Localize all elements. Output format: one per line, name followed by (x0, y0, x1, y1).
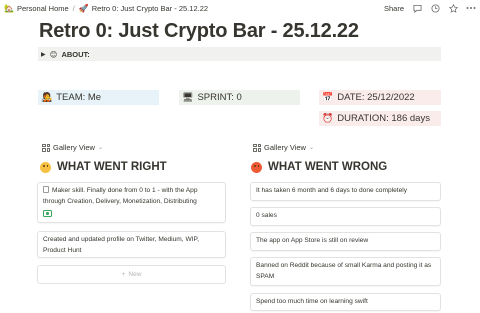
gallery-view-label: Gallery View (264, 143, 306, 152)
top-bar: 🏡 Personal Home / 🚀 Retro 0: Just Crypto… (0, 0, 480, 16)
breadcrumb-label: Personal Home (16, 3, 69, 13)
new-card-button[interactable]: + New (37, 265, 226, 284)
smile-icon: 😊 (49, 49, 58, 59)
house-icon: 🏡 (4, 3, 14, 13)
happy-face-icon (40, 161, 51, 173)
chevron-down-icon: ⌄ (97, 145, 103, 151)
chevron-down-icon: ⌄ (308, 145, 314, 151)
page-icon (43, 186, 49, 193)
person-icon: 🧑‍🎤 (41, 92, 53, 102)
gallery-view-label: Gallery View (53, 143, 95, 152)
gallery-grid-icon (42, 143, 50, 152)
card-text: Spend too much time on learning swift (256, 298, 368, 305)
alarm-clock-icon: ⏰ (322, 113, 334, 123)
triangle-right-icon[interactable]: ▶ (41, 51, 46, 58)
gallery-card[interactable]: Created and updated profile on Twitter, … (37, 231, 226, 258)
more-icon[interactable] (466, 3, 476, 13)
date-callout[interactable]: 📅 DATE: 25/12/2022 (319, 90, 441, 105)
card-text: Created and updated profile on Twitter, … (43, 236, 199, 254)
page-title[interactable]: Retro 0: Just Crypto Bar - 25.12.22 (39, 20, 359, 43)
gallery-grid-icon (253, 143, 261, 152)
about-label: ABOUT: (61, 49, 90, 59)
went-right-heading: WHAT WENT RIGHT (40, 161, 167, 173)
gallery-card[interactable]: 0 sales (250, 207, 441, 226)
card-text: Banned on Reddit because of small Karma … (256, 262, 432, 280)
breadcrumb-personal-home[interactable]: 🏡 Personal Home (4, 4, 69, 13)
went-wrong-heading: WHAT WENT WRONG (251, 161, 387, 173)
went-wrong-title: WHAT WENT WRONG (268, 161, 388, 173)
angry-face-icon (251, 161, 262, 173)
plus-icon: + (121, 271, 126, 278)
date-label: DATE: 25/12/2022 (337, 92, 415, 103)
star-icon[interactable] (448, 3, 458, 13)
breadcrumb-separator: / (72, 3, 75, 13)
duration-callout[interactable]: ⏰ DURATION: 186 days (319, 111, 441, 126)
gallery-card[interactable]: Spend too much time on learning swift (250, 293, 441, 311)
clock-icon[interactable] (430, 3, 440, 13)
gallery-card[interactable]: The app on App Store is still on review (250, 232, 441, 251)
team-label: TEAM: Me (56, 92, 102, 103)
image-attachment-icon (43, 210, 52, 217)
breadcrumb-current-page[interactable]: 🚀 Retro 0: Just Crypto Bar - 25.12.22 (79, 4, 208, 13)
share-button[interactable]: Share (384, 4, 404, 13)
about-toggle[interactable]: ▶ 😊 ABOUT: (38, 47, 441, 61)
calendar-icon: 📅 (322, 92, 334, 102)
gallery-view-selector-right[interactable]: Gallery View ⌄ (253, 143, 314, 152)
gallery-card[interactable]: It has taken 6 month and 6 days to done … (250, 182, 441, 201)
gallery-view-selector-left[interactable]: Gallery View ⌄ (42, 143, 103, 152)
computer-icon: 🖥 (182, 92, 194, 102)
gallery-card[interactable]: Banned on Reddit because of small Karma … (250, 257, 441, 286)
team-callout[interactable]: 🧑‍🎤 TEAM: Me (38, 90, 159, 105)
new-label: New (128, 271, 142, 278)
went-right-title: WHAT WENT RIGHT (57, 161, 167, 173)
gallery-card[interactable]: Maker skill. Finally done from 0 to 1 - … (37, 182, 226, 223)
card-text: It has taken 6 month and 6 days to done … (256, 187, 408, 194)
breadcrumb-label: Retro 0: Just Crypto Bar - 25.12.22 (91, 3, 209, 13)
sprint-callout[interactable]: 🖥 SPRINT: 0 (179, 90, 300, 105)
duration-label: DURATION: 186 days (337, 113, 430, 124)
rocket-icon: 🚀 (78, 3, 89, 13)
card-text: 0 sales (256, 212, 277, 219)
card-text: The app on App Store is still on review (256, 237, 369, 244)
sprint-label: SPRINT: 0 (197, 92, 242, 103)
card-text: Maker skill. Finally done from 0 to 1 - … (43, 187, 198, 205)
comment-icon[interactable] (412, 3, 422, 13)
